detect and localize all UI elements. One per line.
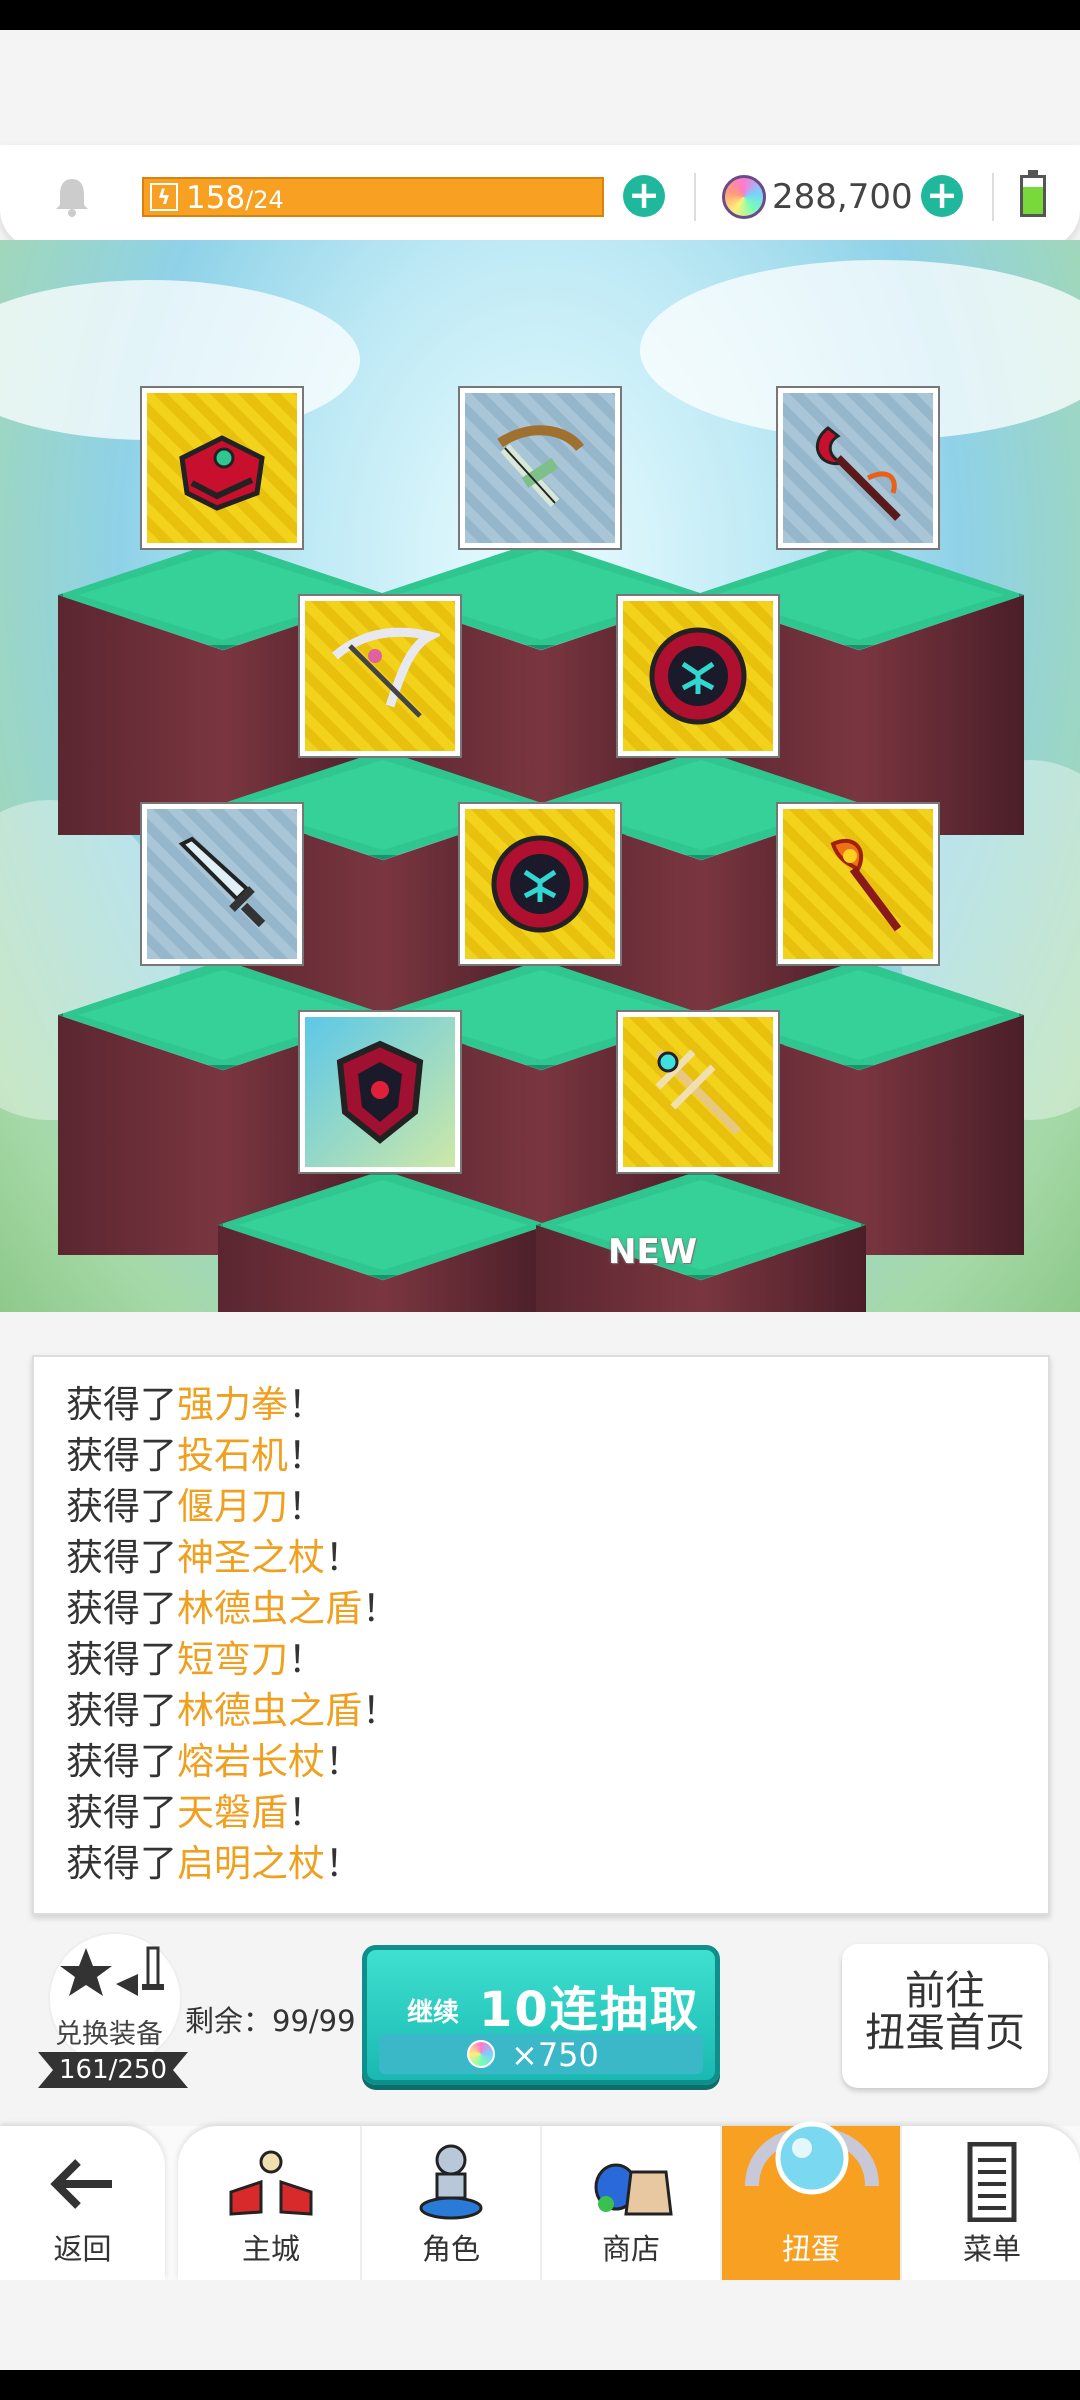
item-card-catapult[interactable] [458, 386, 622, 550]
item-name: 短弯刀 [177, 1638, 288, 1681]
tab-label: 角色 [421, 2232, 480, 2266]
item-name: 林德虫之盾 [177, 1689, 362, 1732]
castle-icon [229, 2150, 313, 2216]
log-entry: 获得了天磐盾！ [66, 1791, 325, 1834]
tab-gacha[interactable]: 扭蛋 [722, 2121, 902, 2280]
gacha-home-button[interactable]: 前往 扭蛋首页 [842, 1944, 1048, 2088]
lava-staff-icon [830, 838, 902, 932]
home-line-1: 前往 [905, 1968, 985, 2014]
add-gem-button[interactable]: + [921, 175, 963, 217]
log-entry: 获得了神圣之杖！ [66, 1536, 362, 1579]
log-entry: 获得了短弯刀！ [66, 1638, 325, 1681]
tab-main-city[interactable]: 主城 [182, 2126, 362, 2280]
item-name: 启明之杖 [177, 1842, 325, 1885]
item-name: 投石机 [177, 1434, 288, 1477]
gem-count: 288,700 [772, 177, 913, 217]
divider [992, 173, 994, 221]
add-energy-button[interactable]: + [623, 175, 665, 217]
log-entry: 获得了强力拳！ [66, 1383, 325, 1426]
status-header: ϟ 158/24 + 288,700 + [0, 145, 1080, 249]
draw-continue-label: 继续 [407, 1998, 460, 2028]
bottom-strip [0, 2280, 1080, 2370]
tab-label: 扭蛋 [781, 2232, 840, 2266]
item-card-crescent-blade[interactable] [776, 386, 940, 550]
holy-staff-icon [654, 1048, 742, 1136]
tab-shop[interactable]: 商店 [542, 2126, 722, 2280]
bell-icon[interactable] [50, 175, 94, 219]
draw-cost: ×750 [379, 2034, 703, 2074]
home-line-2: 扭蛋首页 [865, 2010, 1025, 2056]
log-entry: 获得了启明之杖！ [66, 1842, 362, 1885]
pillar [536, 1170, 866, 1312]
energy-bar: ϟ 158/24 [142, 177, 604, 217]
log-entry: 获得了投石机！ [66, 1434, 325, 1477]
crossbow-icon [332, 627, 440, 718]
exchange-count: 161/250 [38, 2052, 188, 2088]
lightning-icon: ϟ [150, 183, 178, 211]
divider [694, 173, 696, 221]
item-card-red-gauntlet[interactable] [140, 386, 304, 550]
character-icon [419, 2144, 483, 2220]
item-card-holy-staff[interactable] [616, 1010, 780, 1174]
system-top-bar [0, 0, 1080, 30]
gem-icon [467, 2040, 495, 2068]
arrow-left-icon [50, 2159, 112, 2209]
battery-icon [1020, 170, 1046, 217]
item-card-crossbow[interactable] [298, 594, 462, 758]
log-entry: 获得了偃月刀！ [66, 1485, 325, 1528]
item-card-lava-staff[interactable] [776, 802, 940, 966]
draw-cost-value: ×750 [511, 2036, 599, 2074]
energy-max: /24 [245, 186, 284, 214]
pillar [218, 1170, 548, 1312]
log-entry: 获得了林德虫之盾！ [66, 1689, 399, 1732]
shop-bag-icon [594, 2163, 673, 2216]
catapult-icon [497, 425, 584, 508]
back-button[interactable]: 返回 [0, 2126, 165, 2280]
gem-icon [722, 175, 766, 219]
draw-title: 10连抽取 [479, 1982, 700, 2038]
crescent-blade-icon [815, 426, 901, 521]
tab-label: 主城 [241, 2232, 300, 2266]
tab-character[interactable]: 角色 [362, 2126, 542, 2280]
item-card-heaven-shield[interactable] [298, 1010, 462, 1174]
system-bottom-bar [0, 2370, 1080, 2400]
gacha-orb-icon [745, 2121, 879, 2195]
result-log[interactable]: 获得了强力拳！ 获得了投石机！ 获得了偃月刀！ 获得了神圣之杖！ 获得了林德虫之… [32, 1355, 1050, 1915]
exchange-label: 兑换装备 [55, 2019, 163, 2050]
draw-10-button[interactable]: 继续 10连抽取 ×750 [362, 1945, 720, 2085]
item-name: 强力拳 [177, 1383, 288, 1426]
log-entry: 获得了林德虫之盾！ [66, 1587, 399, 1630]
item-name: 偃月刀 [177, 1485, 288, 1528]
tab-menu[interactable]: 菜单 [902, 2126, 1080, 2280]
heaven-shield-icon [336, 1040, 424, 1144]
round-shield-icon [491, 835, 589, 933]
item-card-round-shield[interactable] [458, 802, 622, 966]
item-name: 林德虫之盾 [177, 1587, 362, 1630]
back-label: 返回 [53, 2232, 112, 2266]
item-name: 天磐盾 [177, 1791, 288, 1834]
energy-current: 158 [186, 180, 246, 216]
item-name: 神圣之杖 [177, 1536, 325, 1579]
round-shield-icon [649, 627, 747, 725]
gacha-result-scene: NEW [0, 240, 1080, 1312]
item-card-short-sword[interactable] [140, 802, 304, 966]
item-card-round-shield[interactable] [616, 594, 780, 758]
item-name: 熔岩长杖 [177, 1740, 325, 1783]
star-sword-icon [60, 1946, 164, 1996]
tab-label: 菜单 [962, 2232, 1021, 2266]
log-entry: 获得了熔岩长杖！ [66, 1740, 362, 1783]
remaining-count: 剩余：99/99 [185, 2004, 356, 2038]
new-tag: NEW [608, 1232, 698, 1272]
short-sword-icon [178, 836, 266, 928]
menu-list-icon [967, 2142, 1017, 2222]
tab-label: 商店 [601, 2232, 660, 2266]
red-gauntlet-icon [179, 435, 265, 511]
